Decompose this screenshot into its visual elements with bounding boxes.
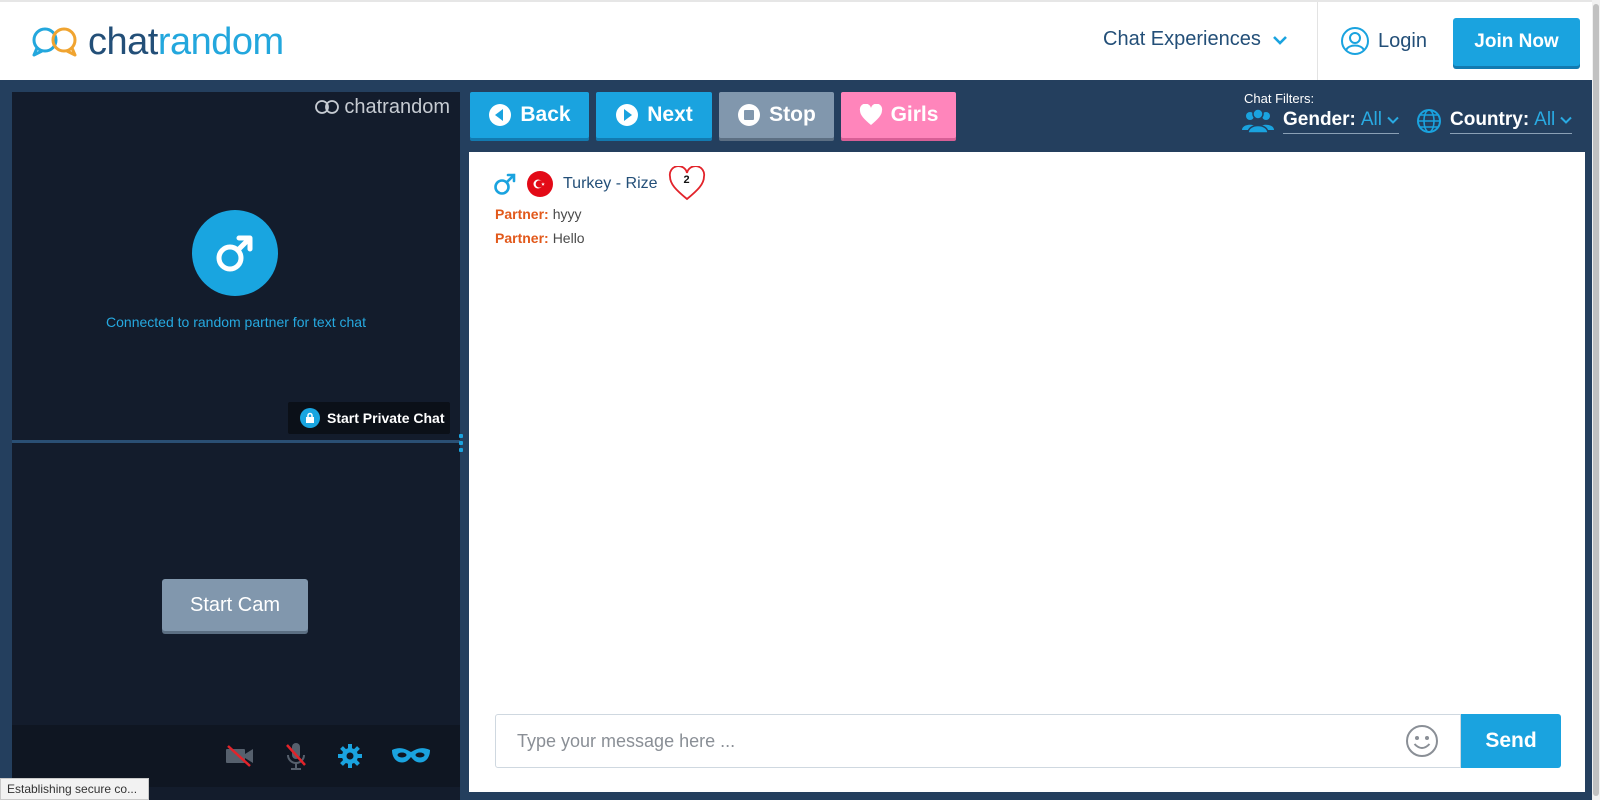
heart-icon xyxy=(859,104,882,125)
back-circle-icon xyxy=(489,104,512,126)
back-label: Back xyxy=(520,103,571,126)
message-composer: Send xyxy=(495,714,1561,768)
partner-info-row: Turkey - Rize 2 xyxy=(493,166,706,202)
stop-label: Stop xyxy=(769,103,816,126)
chat-filters-label: Chat Filters: xyxy=(1244,91,1315,106)
browser-status-bar: Establishing secure co... xyxy=(0,778,149,800)
chat-message: Partner: hyyy xyxy=(495,206,581,222)
join-now-button[interactable]: Join Now xyxy=(1453,18,1580,66)
start-private-chat-button[interactable]: Start Private Chat xyxy=(288,402,450,434)
message-sender: Partner: xyxy=(495,230,549,246)
heart-like-button[interactable]: 2 xyxy=(668,166,706,202)
country-filter-label: Country: xyxy=(1450,108,1530,130)
gender-filter-dropdown[interactable]: Gender: All xyxy=(1241,106,1399,136)
gender-filter-value: All xyxy=(1360,108,1382,130)
stop-button[interactable]: Stop xyxy=(719,92,834,138)
chat-log-panel: Turkey - Rize 2 Partner: hyyy Partner: Hel… xyxy=(469,152,1585,792)
girls-button[interactable]: Girls xyxy=(841,92,956,138)
partner-video-area: chatrandom Connected to random partner f… xyxy=(12,92,460,440)
watermark: chatrandom xyxy=(314,96,450,119)
private-chat-label: Start Private Chat xyxy=(327,410,445,426)
emoji-icon[interactable] xyxy=(1405,724,1439,758)
message-text: Hello xyxy=(552,230,585,246)
chat-app-frame: chatrandom Connected to random partner f… xyxy=(0,80,1592,800)
lock-icon xyxy=(300,408,320,428)
chevron-down-icon xyxy=(1387,116,1399,124)
send-button[interactable]: Send xyxy=(1461,714,1561,768)
logo-word-chat: chat xyxy=(88,21,158,63)
stop-circle-icon xyxy=(738,104,761,126)
country-filter-dropdown[interactable]: Country: All xyxy=(1416,106,1573,136)
chat-bubbles-logo-icon xyxy=(32,27,77,57)
chevron-down-icon xyxy=(1560,116,1572,124)
chat-experiences-label: Chat Experiences xyxy=(1103,28,1261,50)
users-icon xyxy=(1242,108,1274,134)
chevron-down-icon xyxy=(1272,35,1287,45)
turkey-flag-icon xyxy=(527,171,553,197)
next-label: Next xyxy=(647,103,693,126)
user-circle-icon xyxy=(1341,27,1369,55)
page-scrollbar-thumb[interactable] xyxy=(1593,4,1599,796)
male-symbol-icon xyxy=(216,235,253,272)
back-button[interactable]: Back xyxy=(470,92,589,138)
girls-label: Girls xyxy=(890,103,939,126)
partner-location: Turkey - Rize xyxy=(563,175,658,192)
site-header: chatrandom Chat Experiences Login Join N… xyxy=(0,0,1600,82)
login-label: Login xyxy=(1378,29,1427,52)
heart-count: 2 xyxy=(683,174,690,186)
gender-filter-label: Gender: xyxy=(1283,108,1356,130)
next-button[interactable]: Next xyxy=(596,92,712,138)
camera-off-icon[interactable] xyxy=(224,741,256,771)
mic-off-icon[interactable] xyxy=(280,741,312,771)
message-input[interactable] xyxy=(495,714,1461,768)
message-sender: Partner: xyxy=(495,206,549,222)
watermark-text: chatrandom xyxy=(344,96,450,118)
login-link[interactable]: Login xyxy=(1340,26,1427,56)
next-circle-icon xyxy=(616,104,639,126)
chat-message: Partner: Hello xyxy=(495,230,585,246)
site-logo[interactable]: chatrandom xyxy=(30,22,284,62)
country-filter-value: All xyxy=(1534,108,1556,130)
male-symbol-icon xyxy=(494,173,516,195)
mask-icon[interactable] xyxy=(390,741,432,771)
partner-gender-badge xyxy=(192,210,278,296)
start-cam-button[interactable]: Start Cam xyxy=(162,579,308,631)
gear-icon[interactable] xyxy=(334,741,366,771)
globe-icon xyxy=(1417,109,1441,133)
header-divider xyxy=(1317,2,1318,82)
logo-word-random: random xyxy=(157,21,284,63)
self-video-area: Start Cam xyxy=(12,443,460,727)
video-panel: chatrandom Connected to random partner f… xyxy=(12,92,463,800)
chat-experiences-menu[interactable]: Chat Experiences xyxy=(1103,28,1287,51)
logo-wordmark: chatrandom xyxy=(88,23,284,61)
message-text: hyyy xyxy=(552,206,582,222)
connection-status-text: Connected to random partner for text cha… xyxy=(106,314,366,330)
chat-bubbles-watermark-icon xyxy=(315,99,340,114)
